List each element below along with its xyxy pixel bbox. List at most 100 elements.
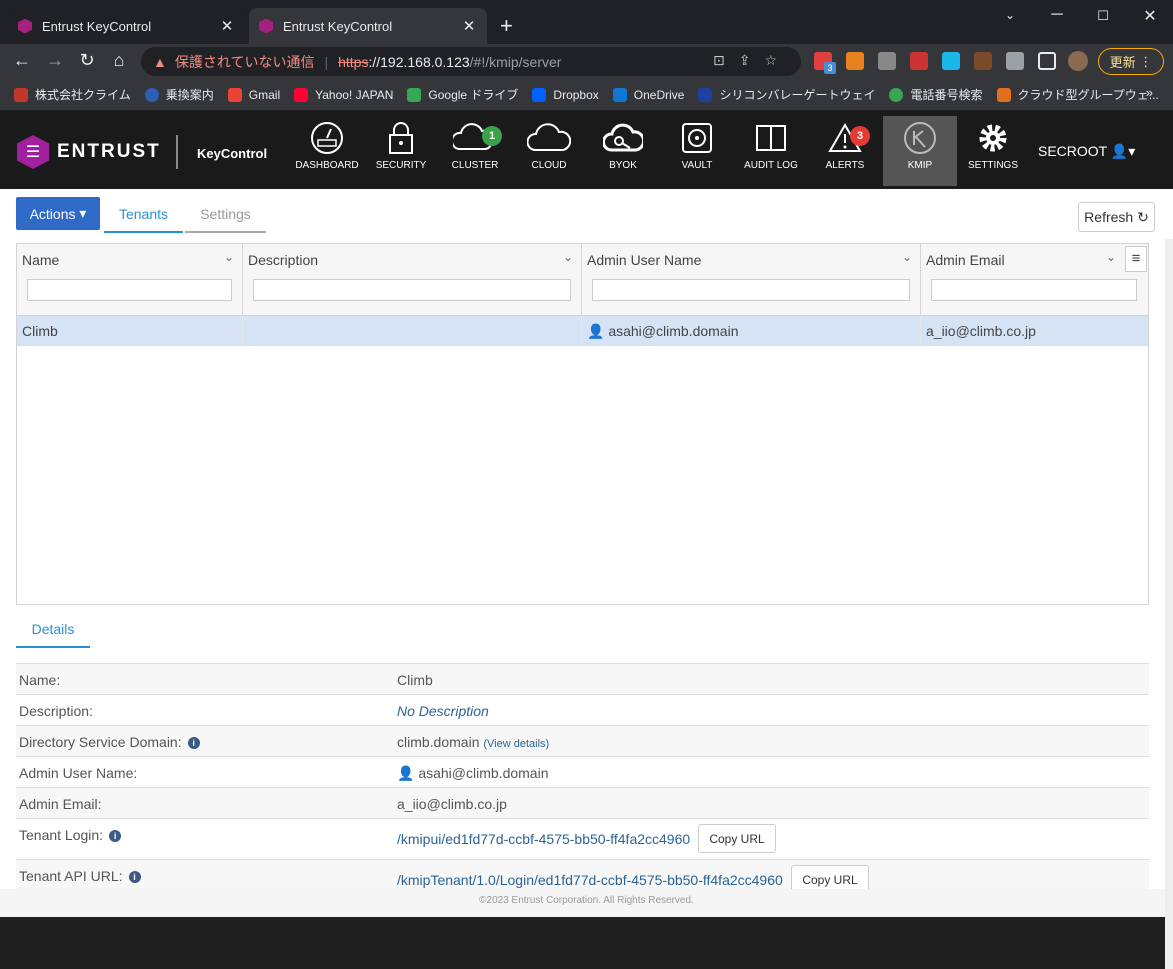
column-description[interactable]: Description ⌄: [243, 244, 582, 316]
nav-alerts[interactable]: ALERTS 3: [808, 116, 882, 186]
column-admin-email[interactable]: Admin Email ⌄: [921, 244, 1137, 316]
user-menu[interactable]: SECROOT 👤▾: [1038, 143, 1135, 160]
tab-tenants[interactable]: Tenants: [104, 197, 183, 233]
bookmark[interactable]: Dropbox: [532, 87, 599, 102]
detail-label: Name:: [19, 672, 61, 688]
bookmarks-more-icon[interactable]: »: [1146, 85, 1153, 100]
close-tab-icon[interactable]: ✕: [461, 17, 477, 35]
sidepanel-icon[interactable]: [1038, 52, 1056, 70]
column-title: Description: [248, 252, 319, 268]
back-icon[interactable]: ←: [10, 50, 34, 71]
table-row[interactable]: Climb 👤 asahi@climb.domain a_iio@climb.c…: [17, 316, 1148, 346]
browser-tab-active[interactable]: Entrust KeyControl ✕: [249, 8, 487, 44]
address-actions[interactable]: ⊡⇪☆: [713, 52, 791, 69]
nav-label: SECURITY: [375, 160, 427, 171]
detail-label-group: Tenant API URL: i: [19, 868, 141, 884]
avatar[interactable]: [1068, 51, 1088, 71]
chevron-down-icon[interactable]: ⌄: [224, 250, 234, 264]
bookmark-label: シリコンバレーゲートウェイ: [719, 88, 876, 102]
user-icon: 👤: [397, 765, 415, 781]
bookmark[interactable]: Gmail: [227, 87, 280, 102]
info-icon[interactable]: i: [109, 830, 122, 842]
browser-tab[interactable]: Entrust KeyControl ✕: [8, 8, 245, 44]
vimeo-extension-icon[interactable]: [942, 52, 960, 70]
chevron-down-icon[interactable]: ⌄: [902, 250, 912, 264]
detail-label-group: Tenant Login: i: [19, 827, 122, 843]
tab-search-icon[interactable]: ⌄: [995, 8, 1025, 22]
share-icon[interactable]: ⇪: [739, 52, 765, 68]
forward-icon[interactable]: →: [43, 50, 67, 71]
new-tab-button[interactable]: +: [500, 13, 513, 39]
detail-value[interactable]: No Description: [397, 703, 489, 719]
scrollbar[interactable]: [1165, 239, 1173, 969]
vault-icon: [660, 116, 734, 160]
filter-name-input[interactable]: [27, 279, 232, 301]
chart-extension-icon[interactable]: [846, 52, 864, 70]
chevron-down-icon[interactable]: ⌄: [1106, 250, 1116, 264]
bookmark[interactable]: 電話番号検索: [889, 86, 983, 103]
nav-kmip[interactable]: KMIP: [883, 116, 957, 186]
bookmark[interactable]: Google ドライブ: [407, 86, 518, 103]
window-close-icon[interactable]: ✕: [1135, 6, 1165, 26]
translate-icon[interactable]: ⊡: [713, 52, 739, 68]
bookmark[interactable]: OneDrive: [612, 87, 684, 102]
nav-settings[interactable]: SETTINGS: [956, 116, 1030, 186]
minimize-icon[interactable]: ─: [1042, 6, 1072, 24]
grid-header: Name ⌄ Description ⌄ Admin User Name ⌄ A…: [17, 244, 1148, 316]
nav-dashboard[interactable]: DASHBOARD: [290, 116, 364, 186]
nav-cloud[interactable]: CLOUD: [512, 116, 586, 186]
tenant-api-link[interactable]: /kmipTenant/1.0/Login/ed1fd77d-ccbf-4575…: [397, 872, 783, 888]
nav-cluster[interactable]: CLUSTER 1: [438, 116, 512, 186]
close-tab-icon[interactable]: ✕: [219, 17, 235, 35]
address-bar[interactable]: ▲ 保護されていない通信 | https ://192.168.0.123 /#…: [141, 47, 801, 76]
admin-user-text: asahi@climb.domain: [608, 323, 739, 339]
nav-byok[interactable]: BYOK: [586, 116, 660, 186]
grid-menu-icon[interactable]: ≡: [1125, 246, 1147, 272]
bookmark[interactable]: 株式会社クライム: [14, 86, 131, 103]
filter-admin-email-input[interactable]: [931, 279, 1137, 301]
maximize-icon[interactable]: ☐: [1088, 8, 1118, 24]
copy-login-url-button[interactable]: Copy URL: [698, 824, 776, 853]
google-drive-icon: [407, 87, 422, 102]
update-button[interactable]: 更新 ⋮: [1098, 48, 1164, 75]
actions-button[interactable]: Actions ▾: [16, 197, 100, 230]
camera-extension-icon[interactable]: [878, 52, 896, 70]
column-admin-user[interactable]: Admin User Name ⌄: [582, 244, 921, 316]
alert-icon: [808, 116, 882, 160]
view-details-link[interactable]: (View details): [483, 738, 549, 750]
filter-admin-user-input[interactable]: [592, 279, 910, 301]
bookmark[interactable]: Yahoo! JAPAN: [294, 87, 393, 102]
reload-icon[interactable]: ↻: [75, 50, 99, 71]
info-icon[interactable]: i: [187, 737, 200, 749]
nav-label: BYOK: [609, 160, 637, 171]
column-name[interactable]: Name ⌄: [17, 244, 243, 316]
tab-settings[interactable]: Settings: [185, 197, 266, 233]
detail-value: a_iio@climb.co.jp: [397, 796, 507, 812]
chevron-down-icon[interactable]: ⌄: [563, 250, 573, 264]
filter-description-input[interactable]: [253, 279, 571, 301]
bookmark-label: クラウド型グループウェ...: [1017, 88, 1159, 102]
nav-audit-log[interactable]: AUDIT LOG: [734, 116, 808, 186]
tenant-login-link[interactable]: /kmipui/ed1fd77d-ccbf-4575-bb50-ff4fa2cc…: [397, 831, 690, 847]
bookmark-star-icon[interactable]: ☆: [764, 52, 791, 68]
nav-vault[interactable]: VAULT: [660, 116, 734, 186]
nav-security[interactable]: SECURITY: [364, 116, 438, 186]
phone-icon: [889, 87, 904, 102]
puzzle-icon[interactable]: [1006, 52, 1024, 70]
detail-value: Climb: [397, 672, 433, 688]
tab-details[interactable]: Details: [16, 611, 90, 648]
info-icon[interactable]: i: [128, 871, 141, 883]
bookmark[interactable]: シリコンバレーゲートウェイ: [698, 86, 875, 103]
details-table: Name: Climb Description: No Description …: [16, 663, 1149, 900]
refresh-button[interactable]: Refresh ↻: [1078, 202, 1155, 232]
nav-label: CLUSTER: [451, 160, 499, 171]
extension-icon[interactable]: [974, 52, 992, 70]
detail-row-admin-email: Admin Email: a_iio@climb.co.jp: [16, 787, 1149, 818]
extension-icon[interactable]: [910, 52, 928, 70]
entrust-logo[interactable]: ☰ ENTRUST: [17, 135, 161, 169]
bookmark[interactable]: 乗換案内: [144, 86, 214, 103]
cloud-icon: [512, 116, 586, 160]
home-icon[interactable]: ⌂: [107, 50, 131, 71]
detail-label: Admin Email:: [19, 796, 102, 812]
bookmark[interactable]: クラウド型グループウェ...: [996, 86, 1159, 103]
